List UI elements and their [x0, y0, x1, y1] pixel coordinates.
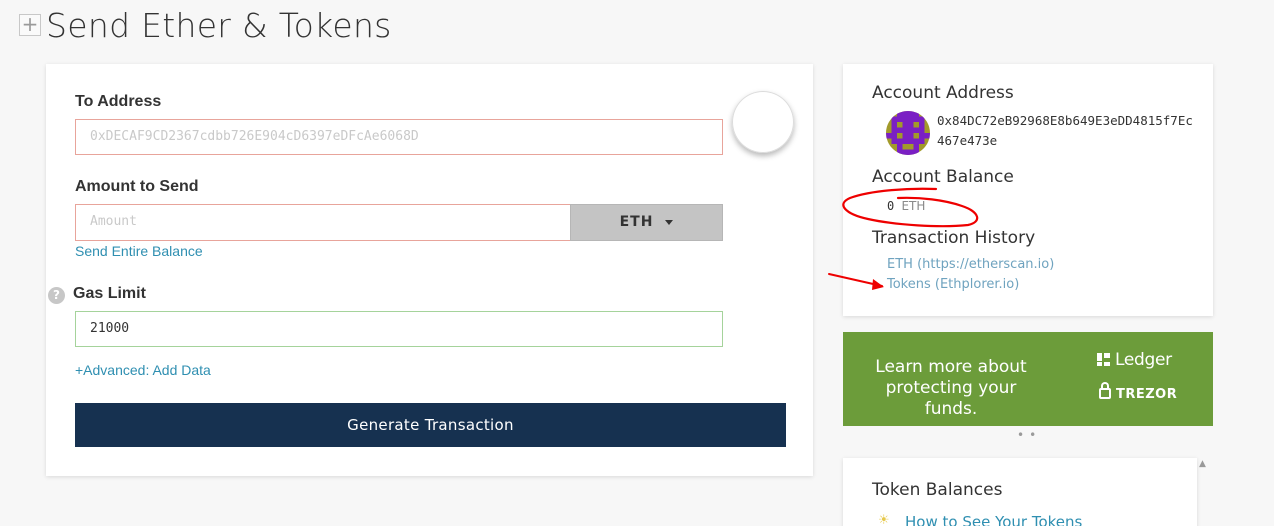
balance-amount: 0	[887, 199, 895, 213]
send-form-card: To Address 0xDECAF9CD2367cdbb726E904cD63…	[46, 64, 813, 476]
gas-limit-input[interactable]: 21000	[75, 311, 723, 347]
gas-limit-label: Gas Limit	[73, 285, 146, 302]
account-address-heading: Account Address	[872, 83, 1014, 103]
account-identicon	[886, 111, 930, 155]
unit-dropdown[interactable]: ETH	[570, 204, 723, 241]
help-icon[interactable]: ?	[48, 287, 65, 304]
scroll-up-arrow-icon[interactable]: ▲	[1199, 459, 1206, 469]
carousel-dots[interactable]: ••	[1017, 429, 1041, 441]
account-address-value: 0x84DC72eB92968E8b649E3eDD4815f7Ec467e47…	[937, 113, 1193, 148]
chevron-down-icon	[665, 219, 674, 225]
token-balances-heading: Token Balances	[872, 480, 1003, 500]
ledger-icon	[1097, 353, 1110, 366]
amount-input[interactable]: Amount	[75, 204, 571, 241]
page-title: Send Ether & Tokens	[46, 6, 392, 45]
account-balance-value: 0 ETH	[887, 198, 925, 214]
account-balance-heading: Account Balance	[872, 167, 1014, 187]
account-info-card: Account Address 0x84DC72eB92968E8b649E3e…	[843, 64, 1213, 316]
advanced-add-data-link[interactable]: +Advanced: Add Data	[75, 361, 211, 379]
lightbulb-icon: ☀	[878, 513, 890, 526]
trezor-logo: TREZOR	[1099, 382, 1178, 405]
generate-transaction-button[interactable]: Generate Transaction	[75, 403, 786, 447]
trezor-label: TREZOR	[1116, 387, 1178, 402]
to-address-input[interactable]: 0xDECAF9CD2367cdbb726E904cD6397eDFcAe606…	[75, 119, 723, 155]
amount-label: Amount to Send	[75, 178, 199, 195]
transaction-history-heading: Transaction History	[872, 228, 1036, 248]
balance-unit: ETH	[901, 199, 926, 213]
to-address-label: To Address	[75, 93, 162, 110]
address-identicon-placeholder	[732, 91, 794, 153]
ethplorer-link[interactable]: Tokens (Ethplorer.io)	[887, 277, 1019, 293]
unit-dropdown-label: ETH	[619, 214, 654, 230]
promo-text: Learn more about protecting your funds.	[875, 357, 1027, 419]
ledger-logo: Ledger	[1097, 349, 1172, 371]
collapse-toggle-icon[interactable]: +	[19, 14, 41, 36]
etherscan-link[interactable]: ETH (https://etherscan.io)	[887, 257, 1054, 273]
token-balances-card: Token Balances ☀ How to See Your Tokens	[843, 458, 1197, 526]
send-entire-balance-link[interactable]: Send Entire Balance	[75, 242, 203, 260]
lock-icon	[1099, 382, 1111, 399]
ledger-label: Ledger	[1115, 350, 1172, 370]
hardware-wallet-promo-banner[interactable]: Learn more about protecting your funds. …	[843, 332, 1213, 426]
how-to-see-tokens-link[interactable]: How to See Your Tokens	[905, 512, 1082, 526]
